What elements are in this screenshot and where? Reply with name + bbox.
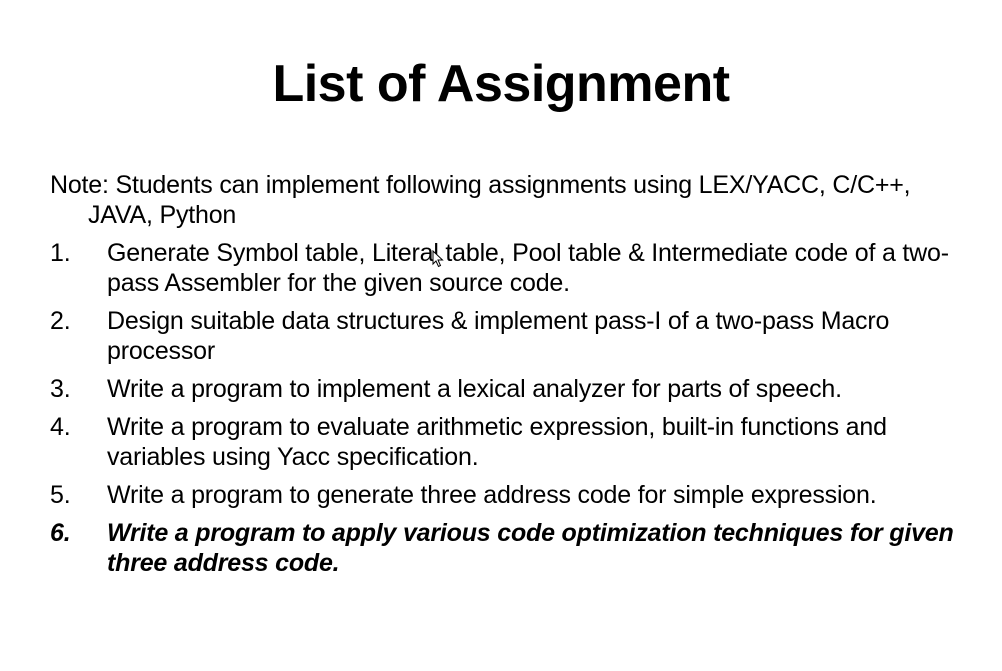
item-number: 3. <box>50 375 71 403</box>
assignment-item-1: 1. Generate Symbol table, Literal table,… <box>50 238 955 298</box>
slide-content: Note: Students can implement following a… <box>50 170 955 586</box>
assignment-item-5: 5. Write a program to generate three add… <box>50 480 955 510</box>
item-text: Generate Symbol table, Literal table, Po… <box>107 239 949 297</box>
assignment-item-3: 3. Write a program to implement a lexica… <box>50 374 955 404</box>
assignment-list: 1. Generate Symbol table, Literal table,… <box>50 238 955 578</box>
item-number: 5. <box>50 481 71 509</box>
item-text: Write a program to apply various code op… <box>107 519 954 577</box>
item-number: 4. <box>50 413 71 441</box>
item-text: Write a program to evaluate arithmetic e… <box>107 413 887 471</box>
mouse-pointer-icon <box>432 250 444 268</box>
item-number: 2. <box>50 307 71 335</box>
slide: List of Assignment Note: Students can im… <box>0 0 1002 671</box>
slide-title: List of Assignment <box>272 55 730 113</box>
note-text: Note: Students can implement following a… <box>50 171 911 229</box>
item-number: 6. <box>50 519 71 547</box>
item-text: Write a program to implement a lexical a… <box>107 375 842 403</box>
assignment-item-6: 6. Write a program to apply various code… <box>50 518 955 578</box>
assignment-item-2: 2. Design suitable data structures & imp… <box>50 306 955 366</box>
item-number: 1. <box>50 239 71 267</box>
item-text: Write a program to generate three addres… <box>107 481 877 509</box>
assignment-item-4: 4. Write a program to evaluate arithmeti… <box>50 412 955 472</box>
item-text: Design suitable data structures & implem… <box>107 307 890 365</box>
